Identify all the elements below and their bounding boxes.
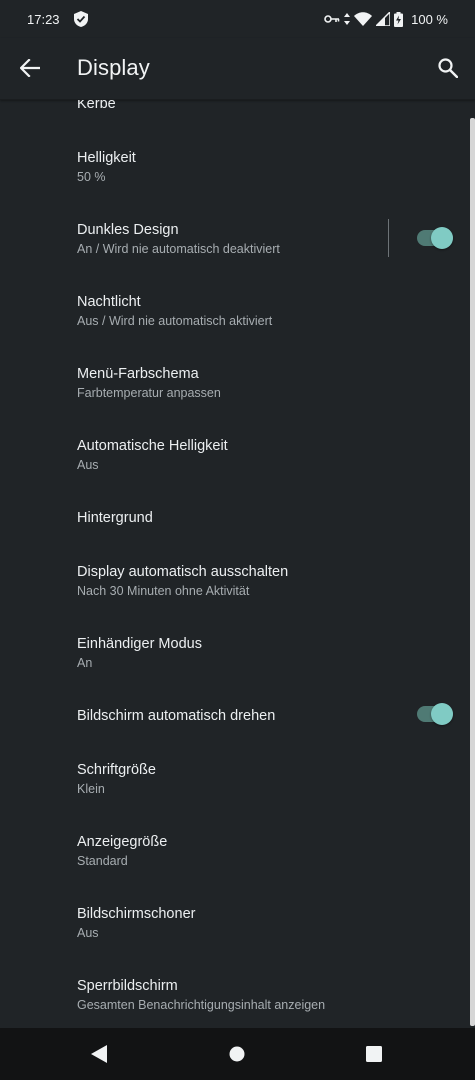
search-button[interactable] — [432, 52, 464, 84]
back-button[interactable] — [14, 52, 46, 84]
setting-title: Anzeigegröße — [77, 834, 168, 850]
setting-item-dunkles-design[interactable]: Dunkles Design An / Wird nie automatisch… — [0, 212, 475, 284]
recents-square-icon — [366, 1046, 382, 1062]
vpn-key-icon — [324, 14, 340, 24]
setting-subtitle: Gesamten Benachrichtigungsinhalt anzeige… — [77, 998, 326, 1012]
setting-title: Display automatisch ausschalten — [77, 564, 289, 580]
setting-item-helligkeit[interactable]: Helligkeit 50 % — [0, 140, 475, 212]
setting-title: Schriftgröße — [77, 762, 156, 778]
setting-item-automatische-helligkeit[interactable]: Automatische Helligkeit Aus — [0, 428, 475, 500]
setting-title: Kerbe — [77, 100, 116, 112]
data-arrows-icon — [344, 13, 351, 25]
setting-title: Einhändiger Modus — [77, 636, 202, 652]
arrow-back-icon — [20, 59, 40, 77]
nav-home-button[interactable] — [223, 1040, 251, 1068]
divider — [388, 219, 389, 257]
search-icon — [438, 58, 458, 78]
setting-item-sperrbildschirm[interactable]: Sperrbildschirm Gesamten Benachrichtigun… — [0, 968, 475, 1028]
setting-title: Menü-Farbschema — [77, 366, 199, 382]
setting-subtitle: Aus / Wird nie automatisch aktiviert — [77, 314, 273, 328]
status-bar: 17:23 100 % — [0, 0, 475, 38]
app-bar: Display — [0, 38, 475, 100]
setting-subtitle: An — [77, 656, 93, 670]
setting-item-anzeigegroesse[interactable]: Anzeigegröße Standard — [0, 824, 475, 896]
setting-subtitle: Aus — [77, 926, 99, 940]
setting-title: Sperrbildschirm — [77, 978, 178, 994]
shield-check-icon — [73, 11, 88, 27]
status-time: 17:23 — [27, 11, 60, 27]
auto-rotate-toggle[interactable] — [417, 702, 455, 726]
setting-title: Hintergrund — [77, 510, 153, 526]
setting-item-schriftgroesse[interactable]: Schriftgröße Klein — [0, 752, 475, 824]
setting-title: Bildschirm automatisch drehen — [77, 708, 276, 724]
signal-icon — [376, 12, 391, 26]
home-circle-icon — [229, 1046, 245, 1062]
nav-recents-button[interactable] — [360, 1040, 388, 1068]
status-right: 100 % — [324, 11, 448, 27]
setting-subtitle: Klein — [77, 782, 105, 796]
setting-title: Helligkeit — [77, 150, 136, 166]
setting-item-nachtlicht[interactable]: Nachtlicht Aus / Wird nie automatisch ak… — [0, 284, 475, 356]
setting-subtitle: Aus — [77, 458, 99, 472]
settings-list[interactable]: Kerbe Helligkeit 50 % Dunkles Design An … — [0, 100, 475, 1028]
page-title: Display — [77, 55, 150, 80]
status-left: 17:23 — [27, 11, 88, 27]
setting-item-display-ausschalten[interactable]: Display automatisch ausschalten Nach 30 … — [0, 554, 475, 626]
setting-item-kerbe[interactable]: Kerbe — [0, 100, 475, 140]
toggle-thumb — [431, 703, 453, 725]
battery-charging-icon — [394, 11, 404, 27]
setting-subtitle: Farbtemperatur anpassen — [77, 386, 221, 400]
setting-item-bildschirmschoner[interactable]: Bildschirmschoner Aus — [0, 896, 475, 968]
setting-title: Bildschirmschoner — [77, 906, 196, 922]
setting-subtitle: Standard — [77, 854, 128, 868]
back-triangle-icon — [91, 1045, 107, 1063]
toggle-thumb — [431, 227, 453, 249]
setting-title: Dunkles Design — [77, 222, 179, 238]
setting-subtitle: An / Wird nie automatisch deaktiviert — [77, 242, 280, 256]
setting-item-einhaendiger-modus[interactable]: Einhändiger Modus An — [0, 626, 475, 698]
setting-subtitle: 50 % — [77, 170, 106, 184]
setting-title: Nachtlicht — [77, 294, 141, 310]
setting-subtitle: Nach 30 Minuten ohne Aktivität — [77, 584, 250, 598]
battery-percent: 100 % — [411, 11, 448, 27]
dark-theme-toggle[interactable] — [417, 226, 455, 250]
nav-back-button[interactable] — [85, 1040, 113, 1068]
setting-item-automatisch-drehen[interactable]: Bildschirm automatisch drehen — [0, 698, 475, 752]
setting-title: Automatische Helligkeit — [77, 438, 228, 454]
navigation-bar — [0, 1028, 475, 1080]
setting-item-menue-farbschema[interactable]: Menü-Farbschema Farbtemperatur anpassen — [0, 356, 475, 428]
wifi-icon — [354, 12, 373, 26]
scrollbar[interactable] — [470, 118, 475, 1026]
